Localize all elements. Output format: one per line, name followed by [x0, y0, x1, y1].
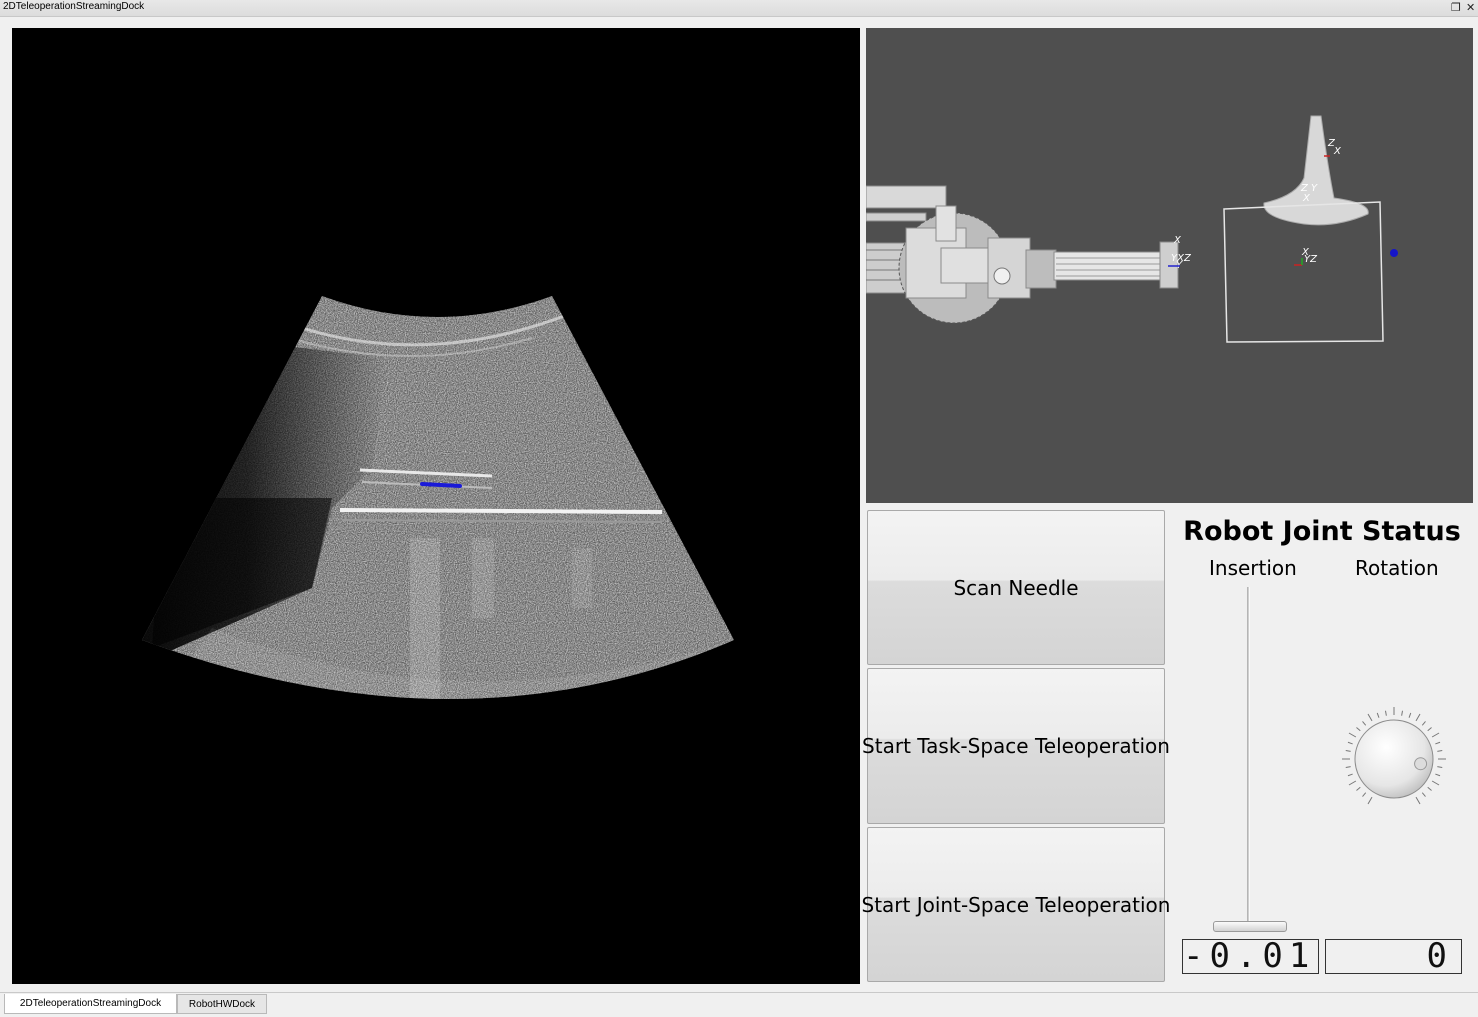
rotation-dial-indicator [1414, 757, 1428, 771]
restore-icon[interactable]: ❐ [1451, 0, 1461, 15]
dial-tick [1437, 766, 1443, 769]
dial-tick [1348, 732, 1357, 738]
dial-tick [1356, 727, 1361, 732]
dock-title-bar: 2DTeleoperationStreamingDock ❐ ✕ [0, 0, 1478, 17]
dial-tick [1348, 780, 1357, 786]
dial-tick [1421, 792, 1426, 797]
dial-tick [1431, 780, 1440, 786]
tab-robot-hw-dock[interactable]: RobotHWDock [177, 994, 267, 1014]
dock-tab-bar: 2DTeleoperationStreamingDock RobotHWDock [0, 992, 1478, 1017]
dial-tick [1362, 792, 1367, 797]
start-task-space-teleoperation-button[interactable]: Start Task-Space Teleoperation [862, 668, 1170, 824]
axis-label: X [1173, 235, 1182, 246]
robot-model [866, 185, 1179, 324]
dial-tick [1431, 732, 1440, 738]
dial-tick [1367, 796, 1373, 805]
dial-tick [1427, 786, 1432, 791]
axis-label: X [1333, 146, 1342, 157]
dial-tick [1401, 710, 1404, 716]
rotation-label: Rotation [1355, 556, 1439, 580]
ultrasound-image-view[interactable] [12, 28, 860, 984]
dial-tick [1421, 721, 1426, 726]
dial-tick [1415, 796, 1421, 805]
start-joint-space-teleoperation-button[interactable]: Start Joint-Space Teleoperation [862, 827, 1170, 982]
insertion-lcd-display: -0.01 [1182, 939, 1319, 974]
axis-label: YZ [1304, 254, 1318, 265]
dial-tick [1376, 712, 1380, 718]
dial-tick [1435, 741, 1441, 745]
dial-tick [1435, 773, 1441, 777]
dial-tick [1362, 721, 1367, 726]
dial-tick [1356, 786, 1361, 791]
dial-tick [1427, 727, 1432, 732]
axis-label: X [1302, 193, 1311, 204]
insertion-label: Insertion [1209, 556, 1297, 580]
dial-tick [1415, 713, 1421, 722]
dial-tick [1345, 766, 1351, 769]
scan-needle-button[interactable]: Scan Needle [867, 510, 1165, 665]
robot-3d-view[interactable]: Z X Z Y X X YXZ Y X YZ [866, 28, 1473, 503]
ultrasound-image [142, 296, 734, 699]
dial-tick [1345, 749, 1351, 752]
dial-tick [1384, 710, 1387, 716]
rotation-dial[interactable] [1340, 705, 1448, 813]
tab-2d-teleoperation-streaming-dock[interactable]: 2DTeleoperationStreamingDock [4, 994, 177, 1014]
close-icon[interactable]: ✕ [1466, 0, 1475, 15]
insertion-slider-handle[interactable] [1213, 921, 1287, 932]
dial-tick [1347, 773, 1353, 777]
dock-title: 2DTeleoperationStreamingDock [3, 1, 145, 12]
dial-tick [1437, 749, 1443, 752]
robot-scene: Z X Z Y X X YXZ Y X YZ [866, 115, 1398, 343]
rotation-lcd-display: 0 [1325, 939, 1462, 974]
dial-tick [1347, 741, 1353, 745]
dial-tick [1408, 712, 1412, 718]
insertion-slider-groove[interactable] [1247, 587, 1250, 927]
robot-joint-status-title: Robot Joint Status [1183, 516, 1461, 547]
dial-tick [1367, 713, 1373, 722]
